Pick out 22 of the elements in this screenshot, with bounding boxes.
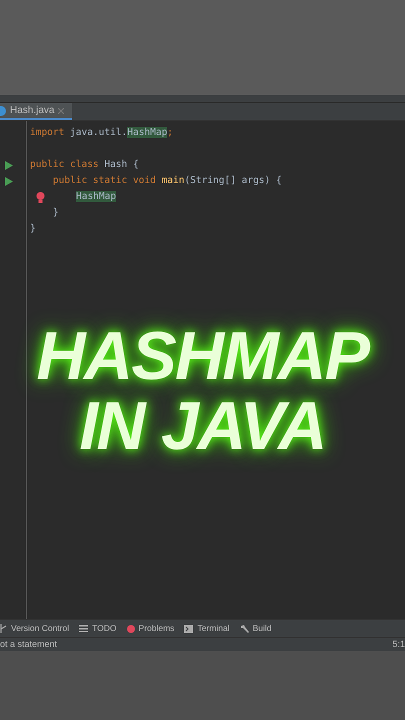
code-line: } [52,206,59,220]
overlay-title: HASHMAP [36,321,368,391]
editor-tab[interactable]: Hash.java [0,103,72,120]
tool-window-button[interactable]: Terminal [184,622,230,635]
list-icon [79,625,88,632]
overlay-title: IN JAVA [79,391,326,461]
class-icon [0,106,6,116]
code-line: public class Hash { [30,158,139,172]
tool-window-button[interactable]: Version Control [0,622,70,635]
terminal-icon [184,624,194,632]
tool-window-button[interactable]: TODO [79,622,117,635]
code-line: } [30,222,36,236]
status-message: ot a statement [0,638,58,651]
tool-window-button[interactable]: Build [240,622,272,635]
tool-window-button[interactable]: Problems [126,622,174,635]
branch-icon [0,624,7,633]
hammer-icon [240,624,249,633]
caret-position[interactable]: 5:1 [392,638,405,652]
code-line: import java.util.HashMap; [30,126,174,140]
code-line: public static void main(String[] args) { [52,174,282,188]
lightbulb-icon[interactable] [36,192,45,202]
error-icon [126,624,135,632]
